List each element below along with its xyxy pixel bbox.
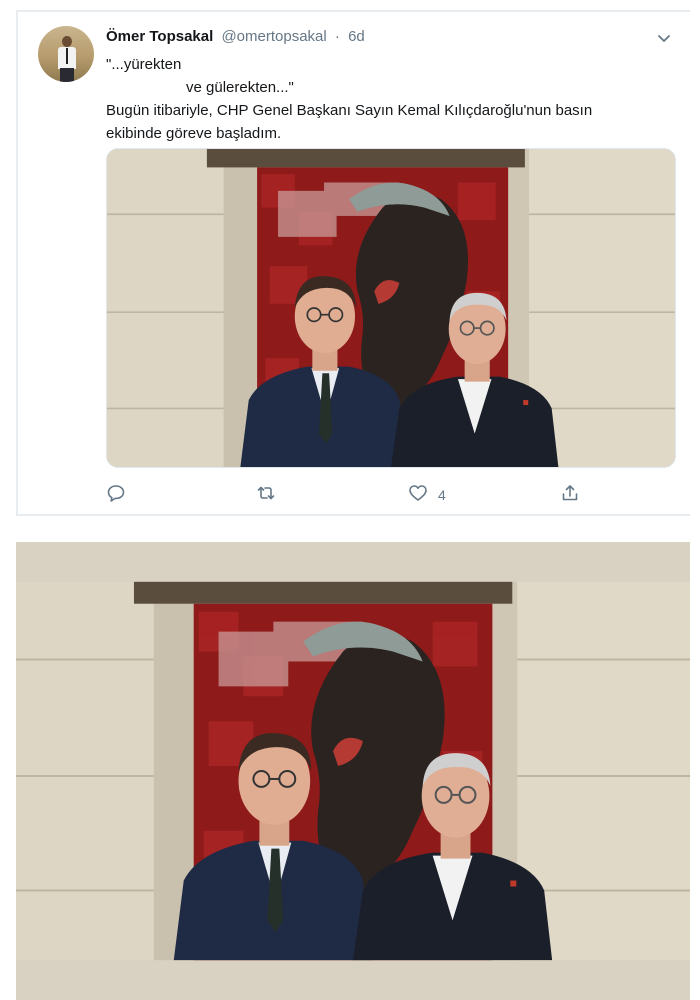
avatar[interactable] (38, 26, 94, 82)
share-button[interactable] (560, 484, 580, 506)
tweet-actions: 4 (18, 484, 690, 508)
timestamp[interactable]: 6d (348, 28, 365, 45)
avatar-figure-tie (66, 48, 68, 64)
tweet-text-line: ekibinde göreve başladım. (106, 125, 282, 142)
retweet-button[interactable] (256, 484, 276, 506)
like-count: 4 (438, 487, 446, 503)
heart-icon (408, 483, 428, 508)
share-icon (560, 483, 580, 508)
user-handle[interactable]: @omertopsakal (221, 28, 326, 45)
tweet-text-line: ve gülerekten..." (186, 79, 294, 96)
tweet-header: Ömer Topsakal @omertopsakal · 6d (106, 28, 365, 45)
display-name[interactable]: Ömer Topsakal (106, 28, 213, 45)
tweet-text-line: Bugün itibariyle, CHP Genel Başkanı Sayı… (106, 102, 593, 119)
chevron-down-icon[interactable] (656, 30, 672, 46)
like-button[interactable]: 4 (408, 484, 446, 506)
reply-button[interactable] (106, 484, 126, 506)
tweet-card[interactable]: Ömer Topsakal @omertopsakal · 6d "...yür… (16, 10, 690, 516)
avatar-figure-head (62, 36, 72, 47)
avatar-figure-legs (60, 68, 74, 82)
tweet-photo[interactable] (106, 148, 676, 468)
tweet-text: "...yürekten ve gülerekten..." Bugün iti… (106, 53, 666, 145)
enlarged-photo (16, 542, 690, 1000)
tweet-text-line: "...yürekten (106, 56, 182, 73)
retweet-icon (256, 483, 276, 508)
separator: · (334, 28, 340, 45)
reply-icon (106, 483, 126, 508)
